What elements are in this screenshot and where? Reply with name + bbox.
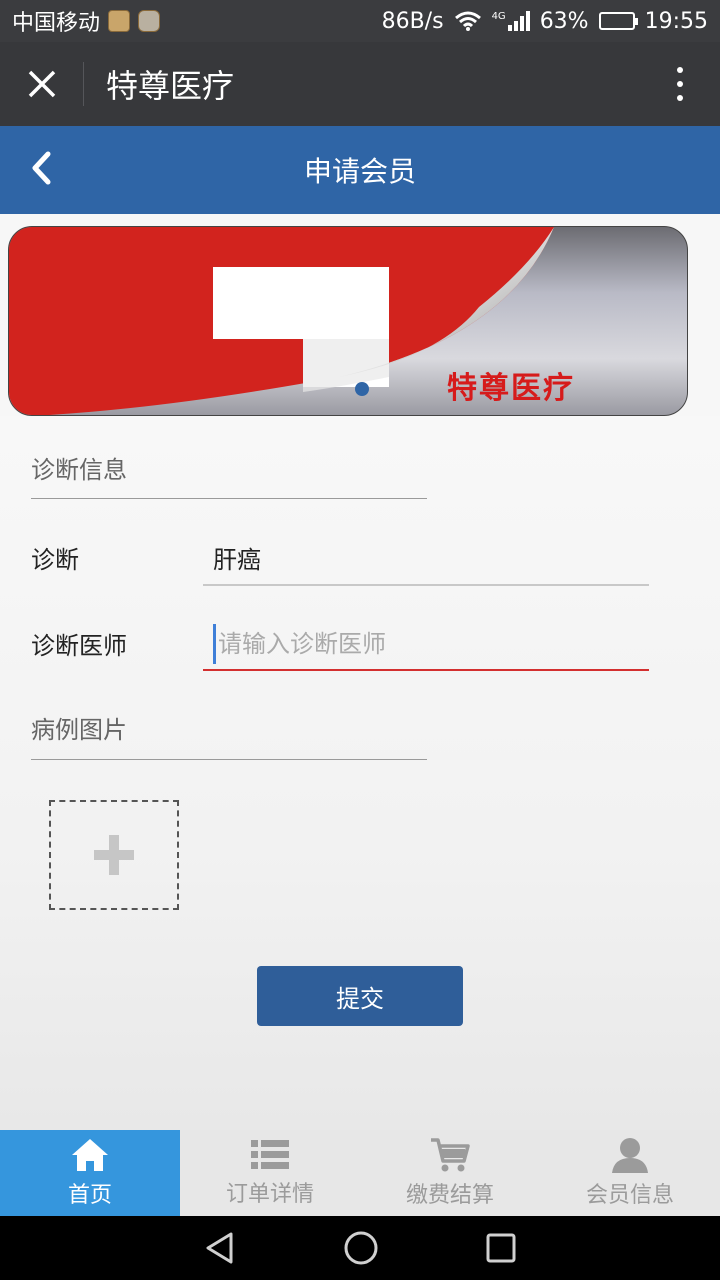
tab-label: 首页 [67, 1183, 112, 1208]
back-button[interactable] [30, 150, 52, 193]
close-icon [28, 70, 55, 98]
home-circle-icon[interactable] [343, 1230, 379, 1266]
wifi-icon [454, 11, 481, 31]
battery-percent: 63% [539, 8, 589, 34]
recents-square-icon[interactable] [485, 1232, 517, 1264]
tab-label: 订单详情 [225, 1182, 314, 1207]
back-triangle-icon[interactable] [203, 1231, 237, 1265]
more-vertical-icon [677, 67, 683, 73]
carousel-indicator[interactable] [355, 382, 369, 396]
diagnosis-underline [203, 584, 649, 586]
title-bar: 特尊医疗 [0, 42, 720, 126]
tab-label: 会员信息 [585, 1183, 674, 1208]
net-speed: 86B/s [381, 8, 444, 34]
bottom-tab-bar: 首页 订单详情 缴费结算 会员信息 [0, 1130, 720, 1216]
more-vertical-icon [677, 95, 683, 101]
signal-icon [507, 11, 530, 31]
tab-member-info[interactable]: 会员信息 [540, 1130, 720, 1216]
battery-icon [598, 12, 638, 30]
doctor-input[interactable] [213, 624, 643, 664]
image-upload-button[interactable] [49, 800, 179, 910]
form-area: 诊断信息 诊断 肝癌 诊断医师 病例图片 提交 [0, 416, 720, 1130]
banner-graphic [9, 227, 554, 415]
plus-icon [94, 835, 134, 875]
doctor-underline [203, 669, 649, 671]
banner: 特尊医疗 [8, 226, 688, 416]
page-header: 申请会员 [0, 126, 720, 214]
more-vertical-icon [677, 81, 683, 87]
cart-icon [431, 1138, 470, 1172]
close-button[interactable] [0, 62, 84, 106]
status-bar: 中国移动 86B/s 4G 63% 19:55 [0, 0, 720, 42]
more-menu-button[interactable] [640, 67, 720, 101]
user-icon [612, 1138, 648, 1173]
carrier-label: 中国移动 [12, 11, 101, 36]
tab-home[interactable]: 首页 [0, 1130, 180, 1216]
app-title: 特尊医疗 [106, 67, 235, 105]
submit-button[interactable]: 提交 [257, 966, 463, 1026]
tab-payment[interactable]: 缴费结算 [360, 1130, 540, 1216]
network-type: 4G [491, 11, 506, 22]
clock: 19:55 [644, 8, 708, 34]
section-divider [31, 498, 427, 499]
diagnosis-value[interactable]: 肝癌 [213, 540, 261, 575]
home-icon [72, 1139, 108, 1171]
banner-brand-text: 特尊医疗 [447, 371, 575, 406]
chevron-left-icon [32, 151, 51, 185]
notification-app-icon [108, 10, 131, 32]
diagnosis-label: 诊断 [31, 546, 79, 574]
tab-order-details[interactable]: 订单详情 [180, 1130, 360, 1216]
page-title: 申请会员 [303, 155, 416, 188]
case-images-label: 病例图片 [31, 716, 127, 744]
notification-app-icon [138, 10, 161, 32]
list-icon [251, 1140, 289, 1169]
section-divider [31, 759, 427, 760]
tab-label: 缴费结算 [405, 1183, 494, 1208]
diagnosis-section-label: 诊断信息 [31, 456, 127, 484]
system-nav-bar [0, 1216, 720, 1280]
doctor-label: 诊断医师 [31, 632, 127, 660]
